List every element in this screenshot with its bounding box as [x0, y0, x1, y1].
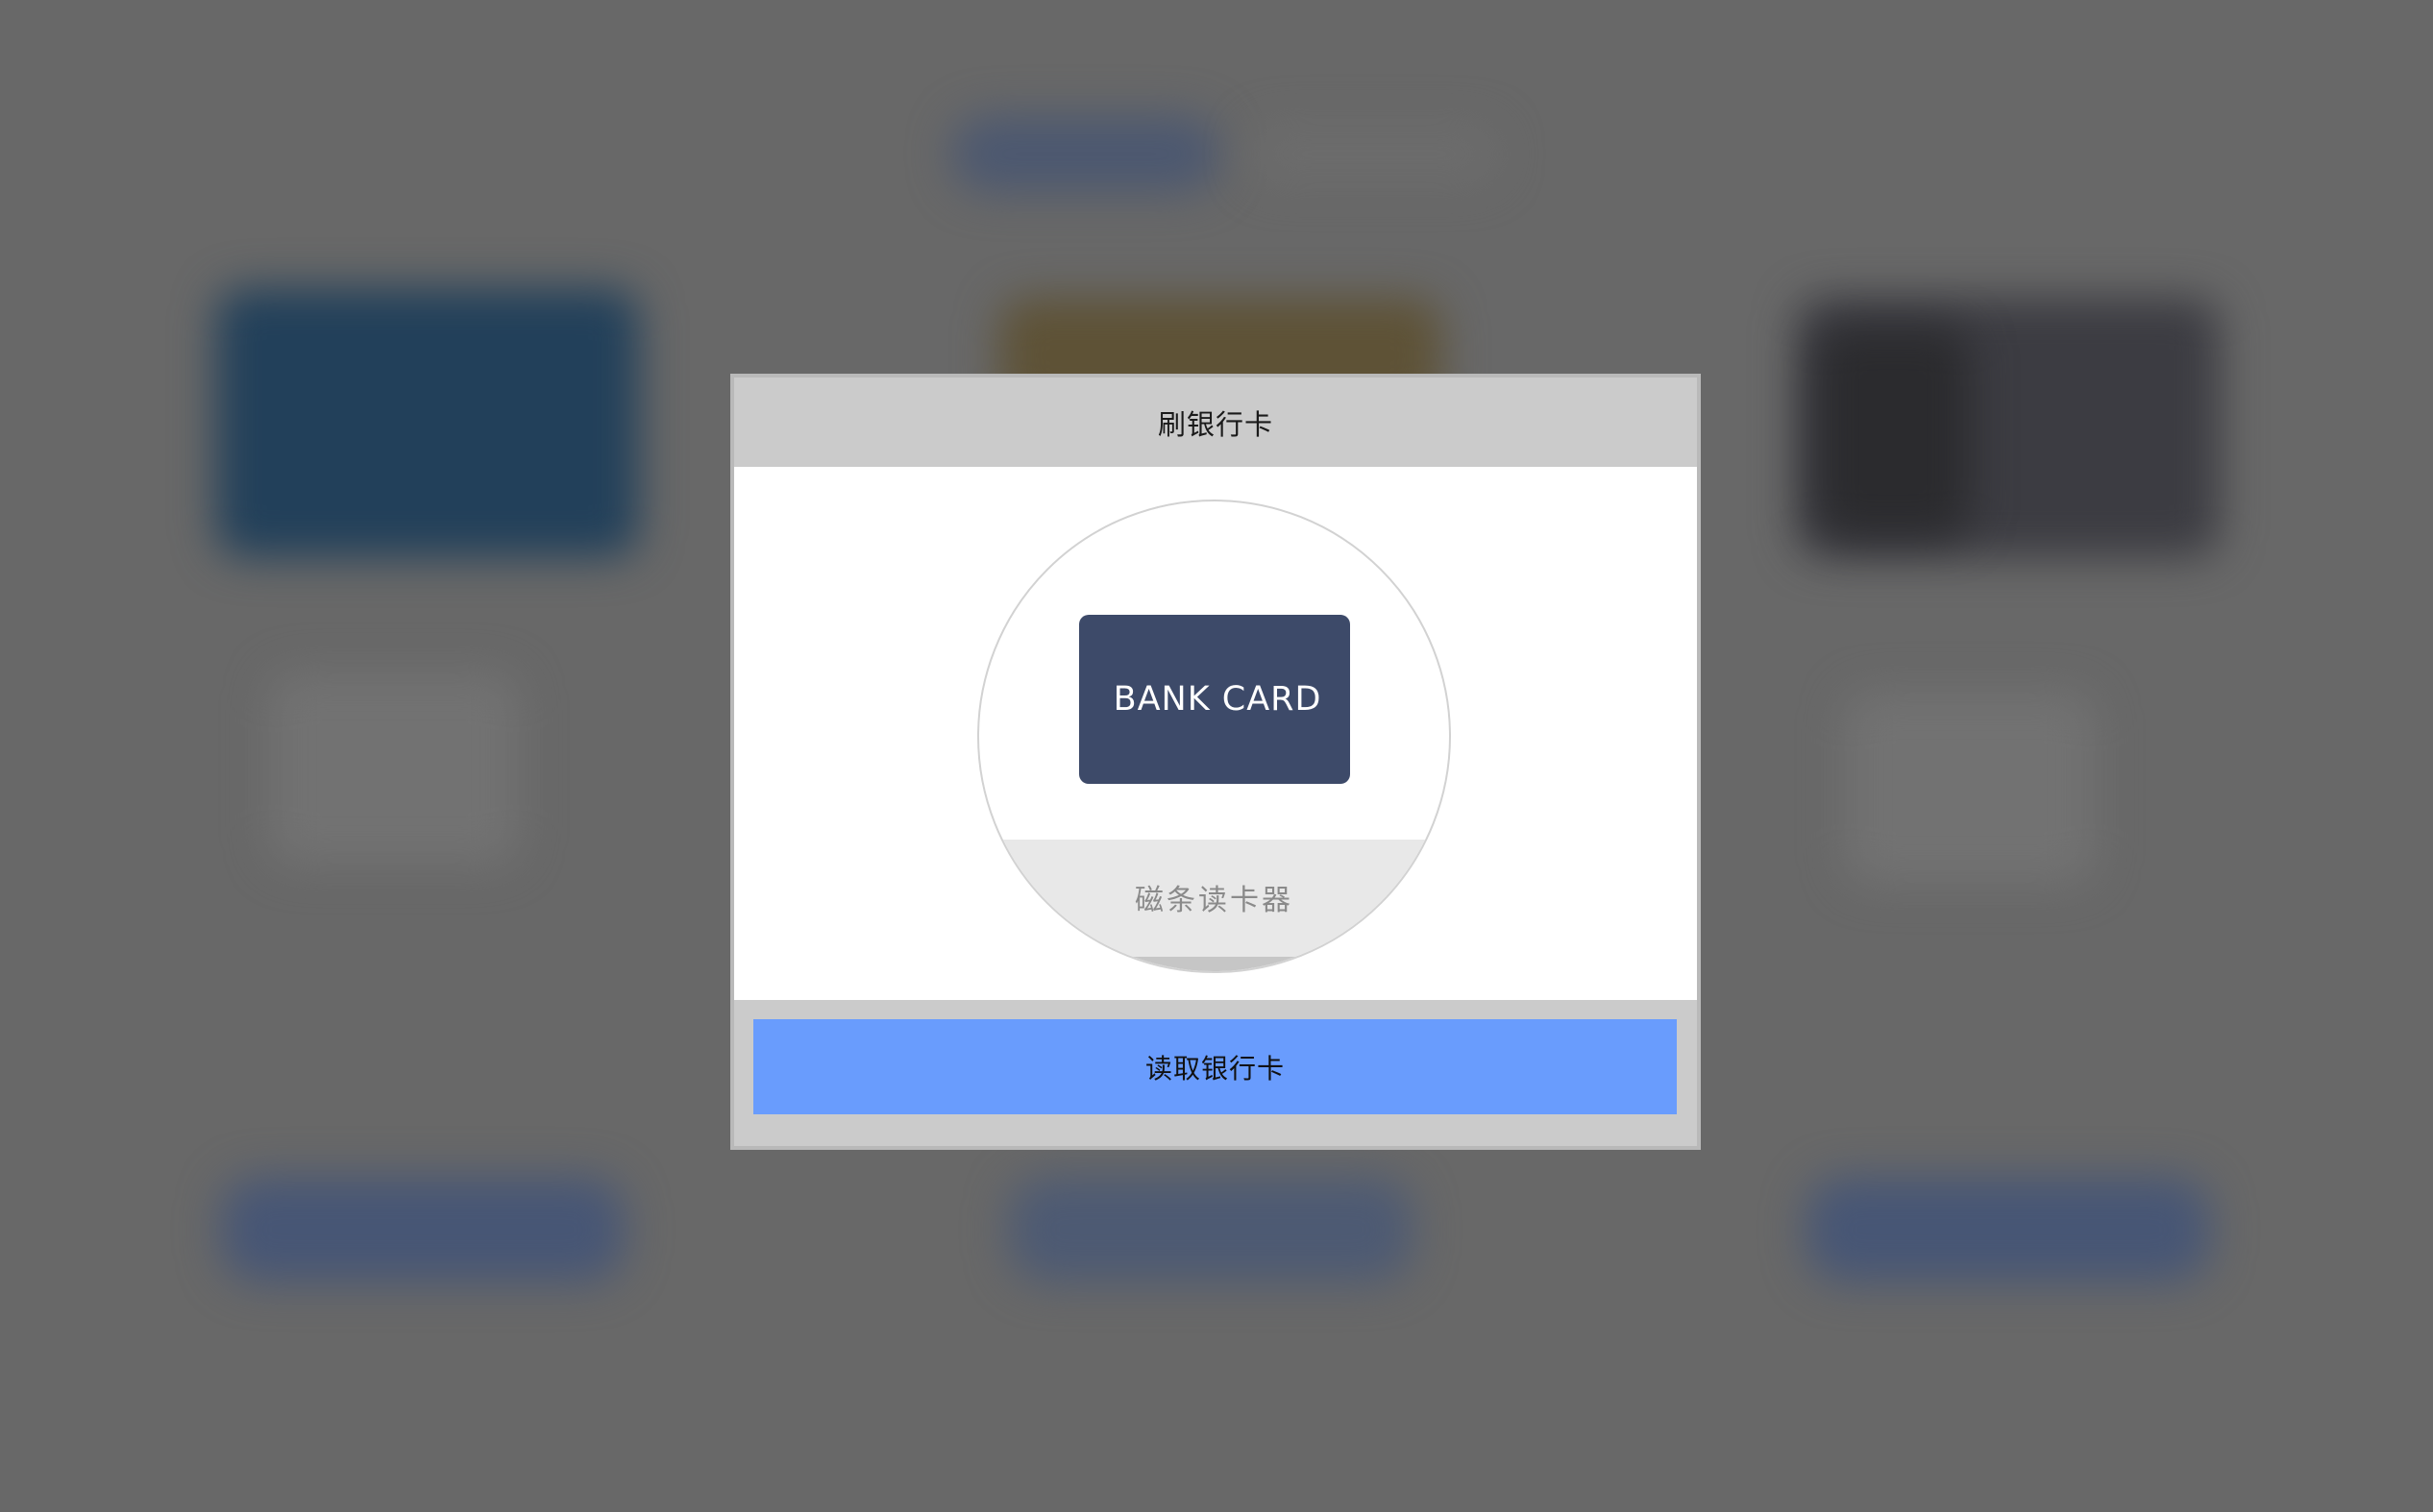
blurred-product-text-left [269, 672, 519, 865]
blurred-action-button-right [1806, 1177, 2210, 1282]
blurred-product-image-right-dark [1816, 327, 1970, 538]
blurred-header-element [951, 115, 1220, 192]
reader-slot-label: 磁条读卡器 [1135, 884, 1293, 917]
bank-card-graphic: BANK CARD [1079, 615, 1350, 784]
blurred-product-text-right [1845, 692, 2095, 884]
magnetic-reader-slot: 磁条读卡器 [979, 840, 1449, 971]
blurred-product-image-left [216, 288, 639, 557]
blurred-action-button-left [221, 1177, 625, 1282]
dialog-title: 刷银行卡 [1157, 407, 1273, 441]
dialog-body: BANK CARD 磁条读卡器 [734, 467, 1697, 1000]
reader-slot-base [979, 957, 1449, 971]
blurred-action-button-center [1009, 1177, 1413, 1282]
blurred-header-element [1249, 125, 1499, 183]
dialog-footer: 读取银行卡 [734, 1000, 1697, 1146]
dialog-header: 刷银行卡 [734, 378, 1697, 467]
bank-card-swipe-dialog: 刷银行卡 BANK CARD 磁条读卡器 读取银行卡 [734, 378, 1697, 1146]
read-bank-card-button[interactable]: 读取银行卡 [753, 1019, 1677, 1114]
card-reader-illustration-icon: BANK CARD 磁条读卡器 [977, 500, 1451, 973]
bank-card-label: BANK CARD [1113, 680, 1322, 719]
